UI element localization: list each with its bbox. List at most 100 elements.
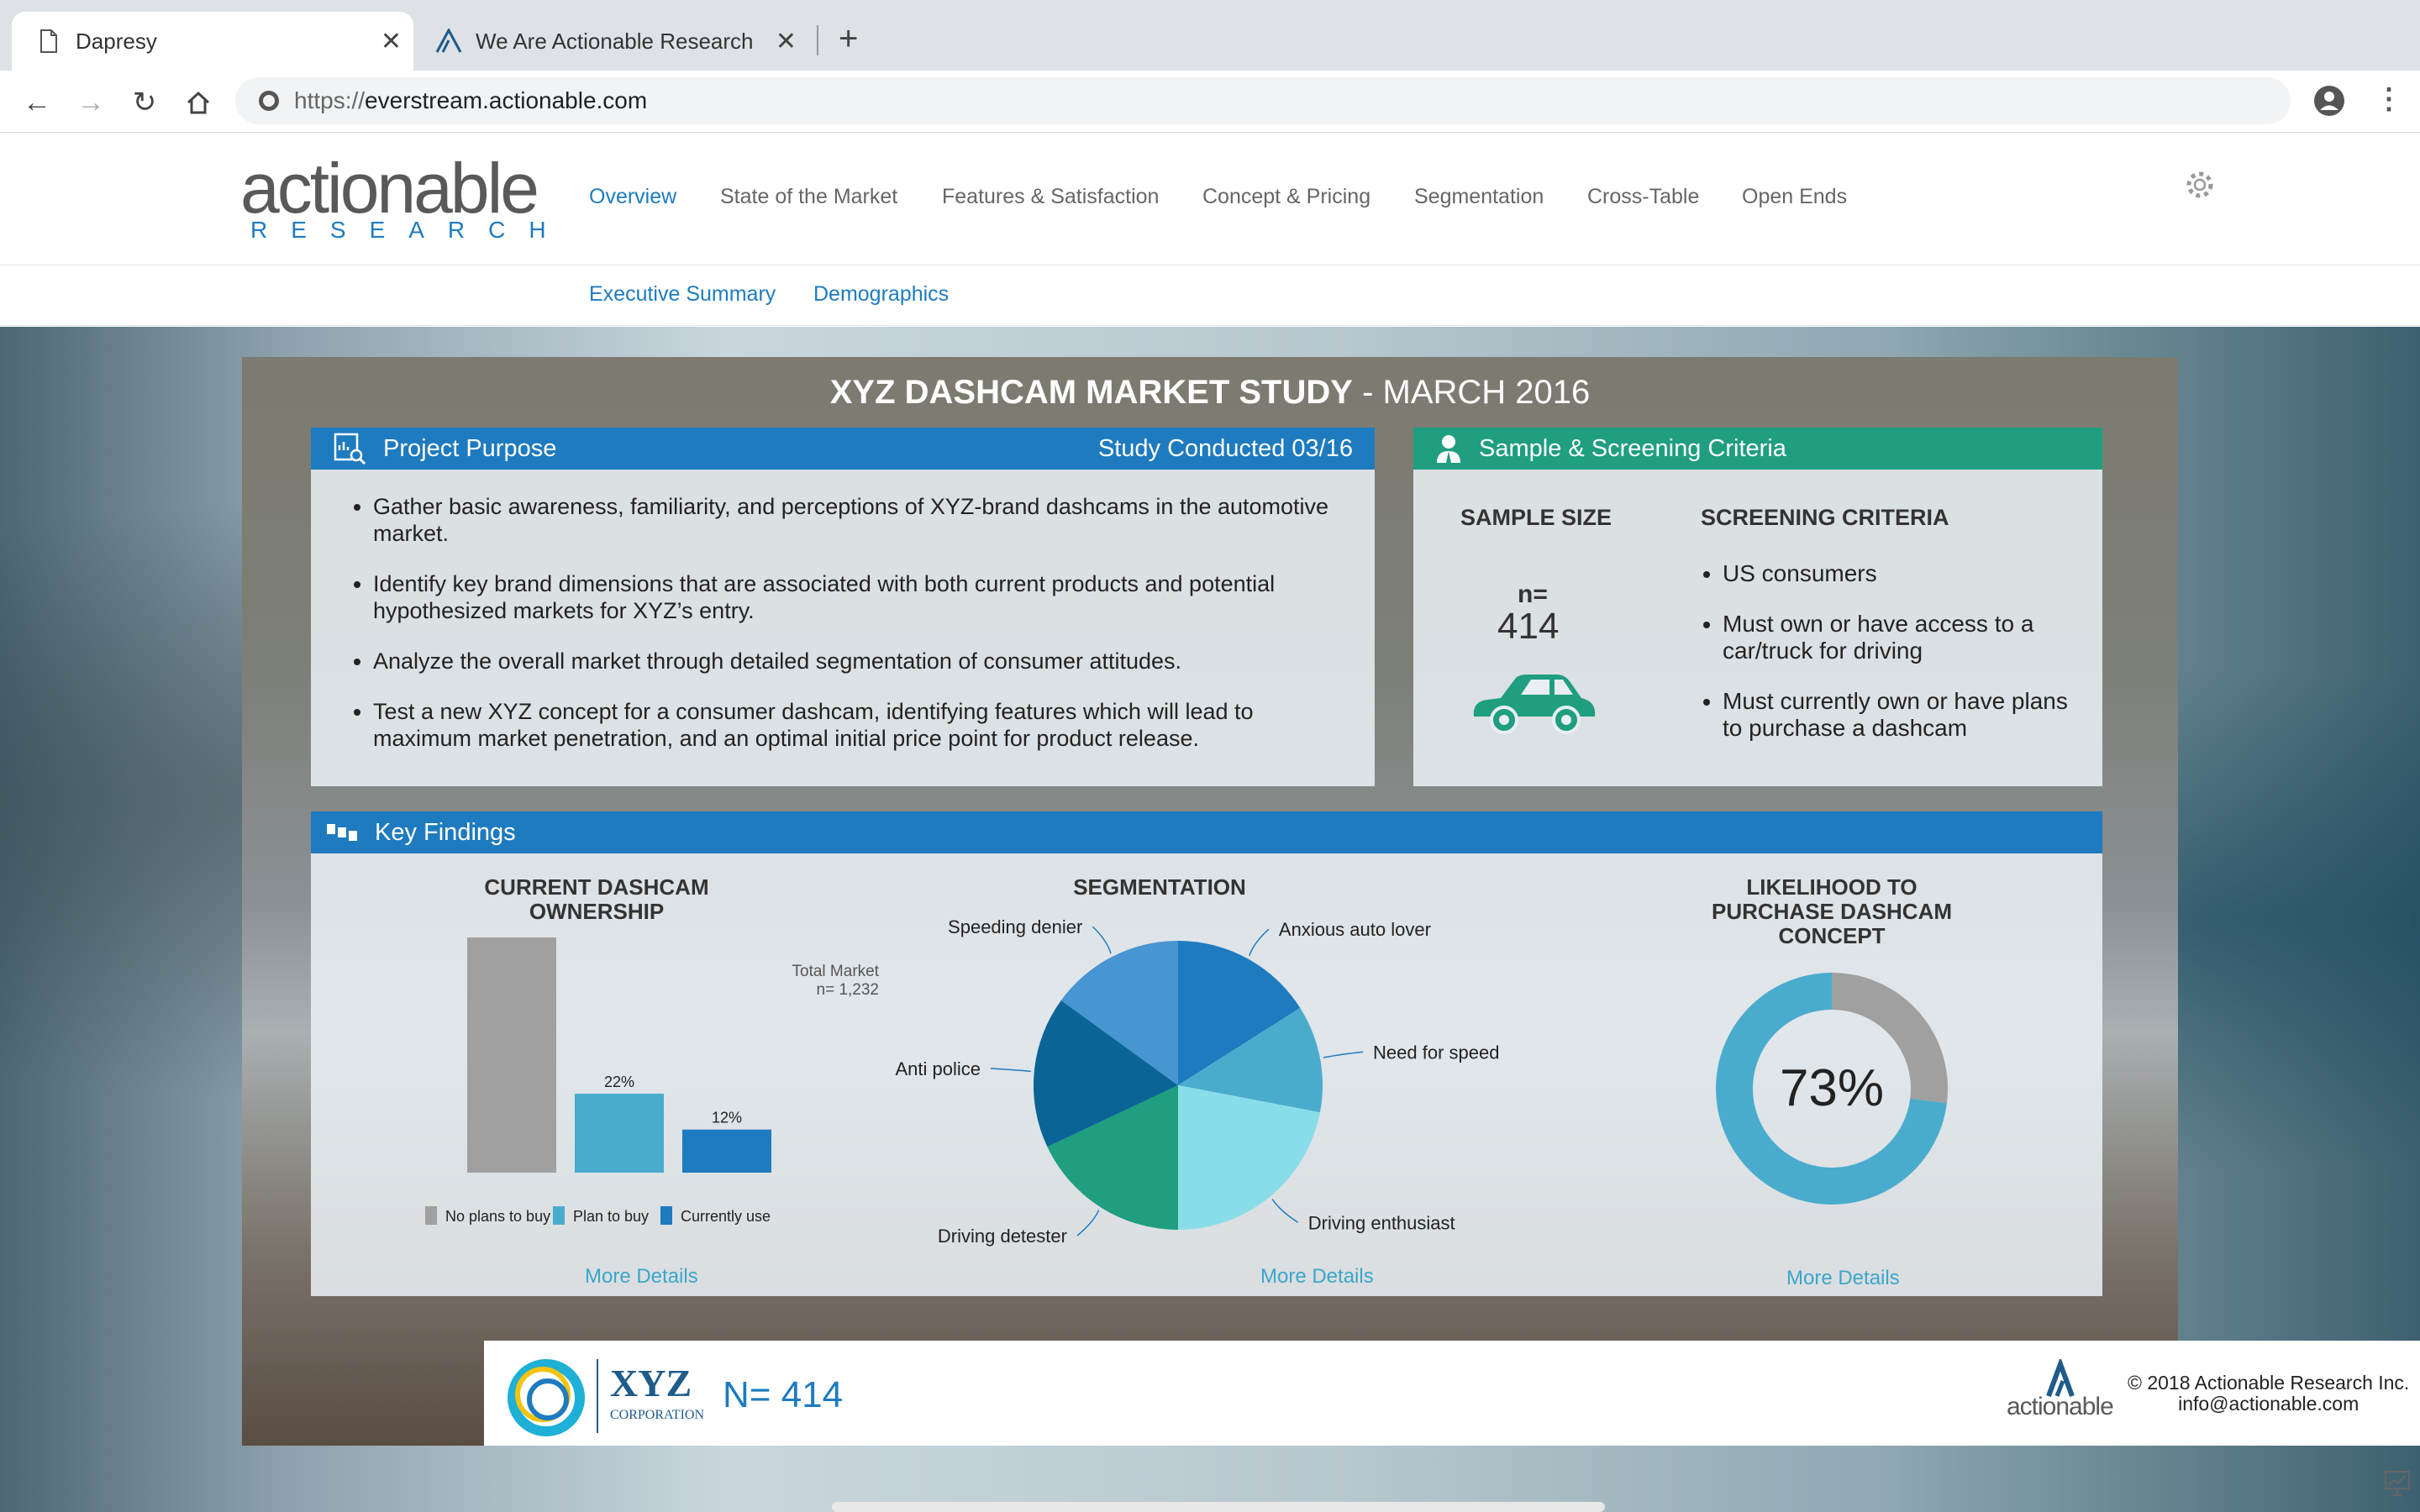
- logo-subtitle: RESEARCH: [250, 217, 570, 243]
- nav-overview[interactable]: Overview: [589, 185, 676, 209]
- bar-value-label: 22%: [604, 1074, 634, 1090]
- xyz-logo-icon: [504, 1354, 588, 1442]
- home-icon[interactable]: [182, 86, 215, 119]
- tab-title: We Are Actionable Research: [476, 28, 754, 54]
- bar-value-label: 12%: [712, 1110, 742, 1126]
- actionable-footer-logo: actionable: [2007, 1393, 2114, 1420]
- profile-icon[interactable]: [2312, 84, 2346, 122]
- browser-tab-bar: Dapresy ✕ We Are Actionable Research ✕ +: [0, 0, 2420, 71]
- legend-swatch: [553, 1206, 565, 1225]
- pie-leader-line: [1271, 1199, 1299, 1223]
- pie-label: Anxious auto lover: [1279, 919, 1431, 940]
- criteria-list: US consumers Must own or have access to …: [1723, 560, 2084, 742]
- menu-kebab-icon[interactable]: ⋮: [2375, 82, 2403, 116]
- project-purpose-title: Project Purpose: [383, 434, 557, 462]
- subnav-executive-summary[interactable]: Executive Summary: [589, 282, 776, 307]
- more-details-segmentation-link[interactable]: More Details: [1260, 1265, 1374, 1289]
- likelihood-chart-title: LIKELIHOOD TO PURCHASE DASHCAM CONCEPT: [1711, 874, 1952, 948]
- footer-logo-divider: [597, 1359, 598, 1433]
- report-search-icon: [333, 432, 366, 465]
- site-header: actionable RESEARCH Overview State of th…: [0, 133, 2420, 265]
- nav-segmentation[interactable]: Segmentation: [1414, 185, 1544, 209]
- study-conducted-date: Study Conducted 03/16: [1097, 434, 1353, 462]
- new-tab-icon[interactable]: +: [839, 20, 858, 58]
- screening-criteria-label: SCREENING CRITERIA: [1701, 505, 1949, 530]
- copyright-block: © 2018 Actionable Research Inc. info@act…: [2128, 1373, 2409, 1415]
- dashboard-title: XYZ DASHCAM MARKET STUDY - MARCH 2016: [242, 374, 2178, 412]
- dashboard-footer: XYZ CORPORATION N= 414 actionable © 2018…: [484, 1341, 2420, 1446]
- project-purpose-panel: Project Purpose Study Conducted 03/16 Ga…: [311, 428, 1375, 786]
- pie-leader-line: [990, 1068, 1031, 1073]
- sample-size-value: 414: [1497, 606, 1560, 647]
- tab-actionable[interactable]: We Are Actionable Research ✕: [420, 12, 808, 71]
- xyz-brand: XYZ: [610, 1362, 692, 1404]
- segmentation-pie-chart: Anxious auto lover Need for speed Driving …: [895, 916, 1499, 1247]
- pie-label: Driving detester: [938, 1226, 1067, 1247]
- purpose-list: Gather basic awareness, familiarity, and…: [311, 470, 1375, 752]
- pie-label: Driving enthusiast: [1308, 1212, 1455, 1233]
- ownership-bar-chart: 66%22%12% No plans to buyPlan to buyCurr…: [425, 937, 771, 1225]
- pie-label: Anti police: [895, 1058, 981, 1079]
- title-main: XYZ DASHCAM MARKET STUDY: [829, 374, 1353, 411]
- sample-title: Sample & Screening Criteria: [1479, 434, 1786, 462]
- pie-label: Speeding denier: [948, 916, 1082, 937]
- legend-label: No plans to buy: [445, 1208, 550, 1225]
- nav-cross-table[interactable]: Cross-Table: [1587, 185, 1699, 209]
- sample-screening-panel: Sample & Screening Criteria SAMPLE SIZE …: [1413, 428, 2102, 786]
- page-icon: [34, 29, 64, 53]
- more-details-likelihood-link[interactable]: More Details: [1786, 1267, 1900, 1290]
- sub-navigation: Executive Summary Demographics: [0, 265, 2420, 326]
- likelihood-donut-chart: 73%: [1716, 973, 1948, 1205]
- contact-email[interactable]: info@actionable.com: [2128, 1394, 2409, 1415]
- footer-sample-size: N= 414: [723, 1374, 844, 1415]
- key-findings-panel: Key Findings CURRENT DASHCAM OWNERSHIP T…: [311, 811, 2102, 1296]
- pie-leader-line: [1249, 928, 1270, 957]
- bars-group: 66%22%12%: [467, 937, 771, 1173]
- list-item: Gather basic awareness, familiarity, and…: [373, 493, 1341, 547]
- person-icon: [1435, 433, 1462, 465]
- key-findings-header: Key Findings: [311, 811, 2102, 853]
- legend-label: Currently use: [681, 1208, 771, 1225]
- legend-swatch: [660, 1206, 672, 1225]
- forward-icon[interactable]: →: [74, 86, 108, 119]
- ownership-chart-title: CURRENT DASHCAM OWNERSHIP: [484, 874, 709, 924]
- tab-dapresy[interactable]: Dapresy ✕: [12, 12, 413, 71]
- key-findings-title: Key Findings: [375, 818, 516, 846]
- reload-icon[interactable]: ↻: [128, 86, 161, 119]
- pie-leader-line: [1076, 1210, 1100, 1236]
- url-scheme: https://: [294, 87, 366, 113]
- list-item: Must own or have access to a car/truck f…: [1723, 611, 2084, 664]
- findings-icon: [326, 822, 360, 843]
- sample-header: Sample & Screening Criteria: [1413, 428, 2102, 470]
- car-icon: [1469, 668, 1598, 741]
- close-tab-icon[interactable]: ✕: [381, 27, 402, 56]
- nav-state-of-the-market[interactable]: State of the Market: [720, 185, 897, 209]
- gear-icon[interactable]: [2183, 168, 2217, 202]
- list-item: US consumers: [1723, 560, 2084, 587]
- site-info-icon[interactable]: [257, 89, 281, 113]
- list-item: Must currently own or have plans to purc…: [1723, 688, 2084, 742]
- copyright-text: © 2018 Actionable Research Inc.: [2128, 1372, 2410, 1394]
- list-item: Test a new XYZ concept for a consumer da…: [373, 698, 1341, 752]
- subnav-demographics[interactable]: Demographics: [813, 282, 949, 307]
- pie-slices: [1034, 941, 1323, 1230]
- presentation-icon[interactable]: [2383, 1468, 2412, 1501]
- nav-concept-pricing[interactable]: Concept & Pricing: [1202, 185, 1370, 209]
- bar-currently-use[interactable]: [682, 1129, 771, 1173]
- project-purpose-header: Project Purpose Study Conducted 03/16: [311, 428, 1375, 470]
- legend-swatch: [425, 1206, 437, 1225]
- close-tab-icon[interactable]: ✕: [776, 27, 797, 56]
- likelihood-value: 73%: [1780, 1059, 1884, 1117]
- nav-features-satisfaction[interactable]: Features & Satisfaction: [942, 185, 1159, 209]
- pie-leader-line: [1092, 926, 1112, 954]
- url-bar[interactable]: https://everstream.actionable.com: [235, 77, 2291, 124]
- horizontal-scrollbar[interactable]: [832, 1502, 1605, 1512]
- bar-no-plans-to-buy[interactable]: [467, 937, 556, 1173]
- bar-plan-to-buy[interactable]: [575, 1094, 664, 1173]
- nav-open-ends[interactable]: Open Ends: [1742, 185, 1847, 209]
- pie-leader-line: [1323, 1051, 1364, 1058]
- back-icon[interactable]: ←: [20, 86, 54, 119]
- more-details-ownership-link[interactable]: More Details: [585, 1265, 698, 1289]
- dashboard-canvas: XYZ DASHCAM MARKET STUDY - MARCH 2016 Pr…: [242, 357, 2420, 1446]
- tab-title: Dapresy: [76, 28, 157, 54]
